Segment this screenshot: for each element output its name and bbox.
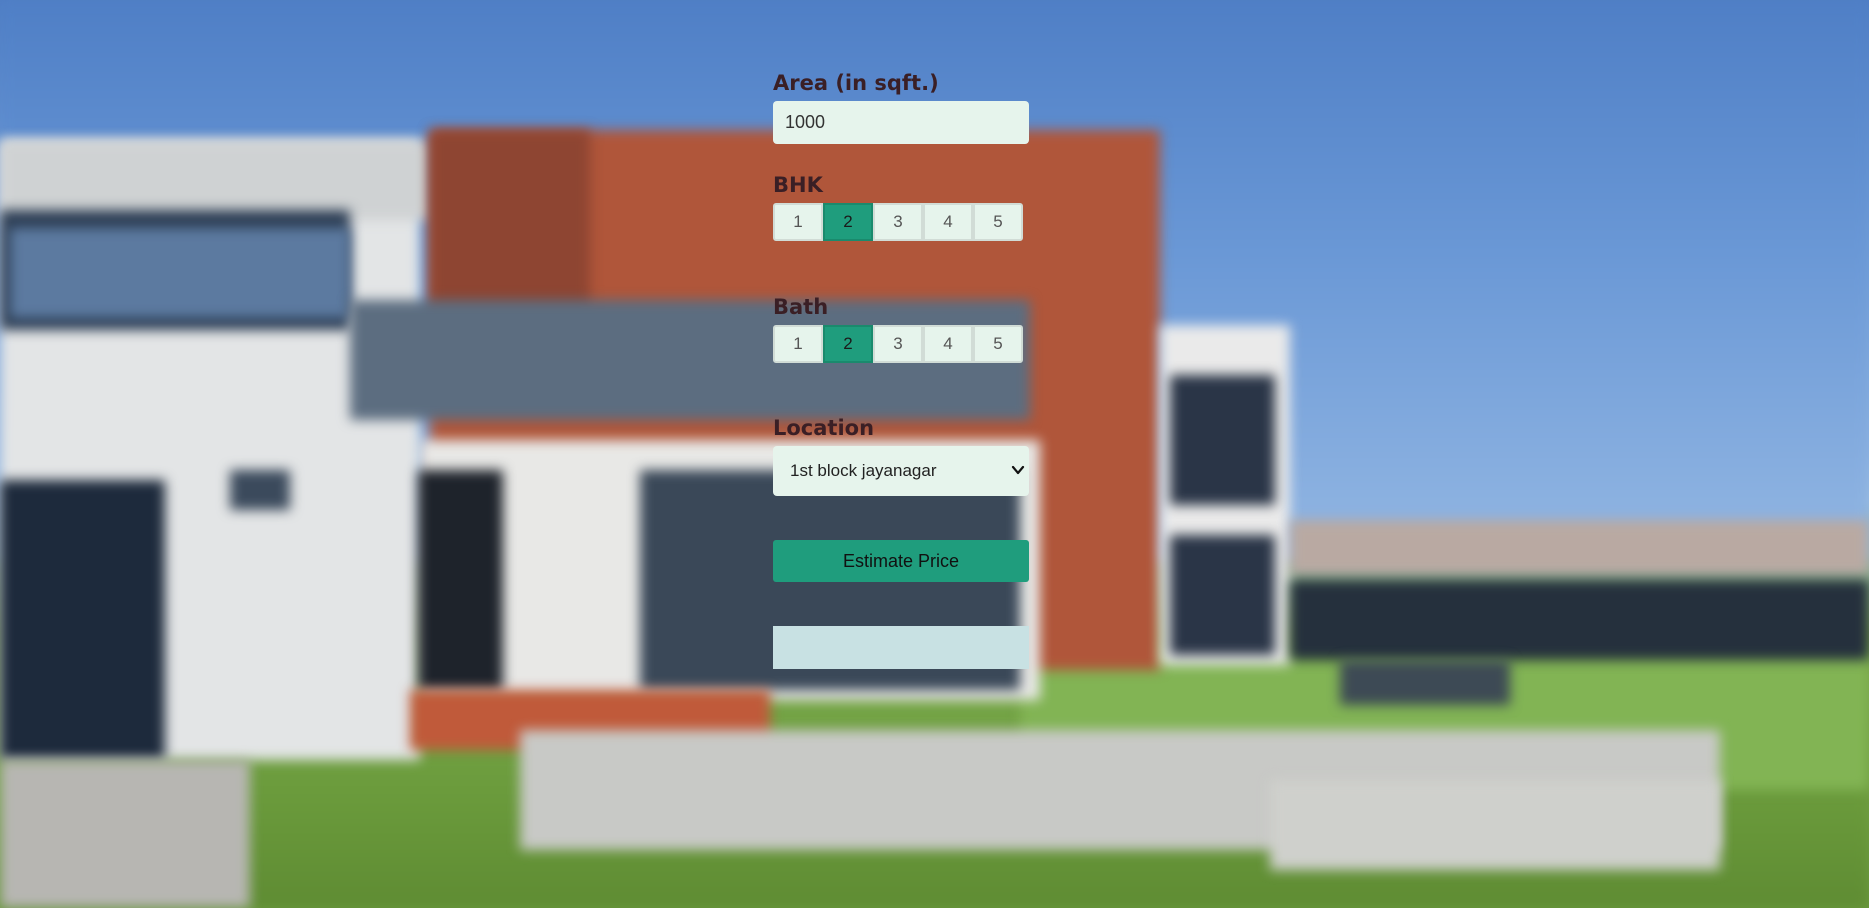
bath-option-3[interactable]: 3 (873, 325, 923, 363)
area-input[interactable] (773, 101, 1029, 144)
price-result-box (773, 626, 1029, 669)
bg-window-glass (10, 228, 350, 318)
bath-label: Bath (773, 295, 829, 319)
bath-option-2[interactable]: 2 (823, 325, 873, 363)
bg-wall-light (230, 470, 290, 510)
bath-option-5[interactable]: 5 (973, 325, 1023, 363)
bath-option-1[interactable]: 1 (773, 325, 823, 363)
location-select-box[interactable] (773, 446, 1029, 496)
bg-path (0, 760, 250, 908)
bath-option-4[interactable]: 4 (923, 325, 973, 363)
area-label: Area (in sqft.) (773, 71, 939, 95)
price-estimate-form: Area (in sqft.) BHK 1 2 3 4 5 Bath 1 2 3… (773, 60, 1031, 669)
bg-fence (1290, 580, 1869, 660)
bhk-option-3[interactable]: 3 (873, 203, 923, 241)
bhk-option-4[interactable]: 4 (923, 203, 973, 241)
bg-window-right-lower (1170, 535, 1275, 655)
bhk-option-5[interactable]: 5 (973, 203, 1023, 241)
location-select[interactable]: 1st block jayanagar (773, 446, 1029, 496)
bg-roof-back (1290, 520, 1869, 575)
bhk-option-1[interactable]: 1 (773, 203, 823, 241)
bg-roof-left (0, 140, 430, 220)
bhk-radio-group: 1 2 3 4 5 (773, 203, 1031, 242)
bhk-label: BHK (773, 173, 823, 197)
bath-radio-group: 1 2 3 4 5 (773, 325, 1031, 364)
bg-window-right-upper (1170, 375, 1275, 505)
bg-garage (0, 480, 165, 760)
bg-pavers-right (1270, 780, 1720, 870)
bhk-option-2[interactable]: 2 (823, 203, 873, 241)
location-label: Location (773, 416, 875, 440)
estimate-price-button[interactable]: Estimate Price (773, 540, 1029, 582)
bg-planter (1340, 660, 1510, 705)
bg-door (418, 470, 503, 690)
